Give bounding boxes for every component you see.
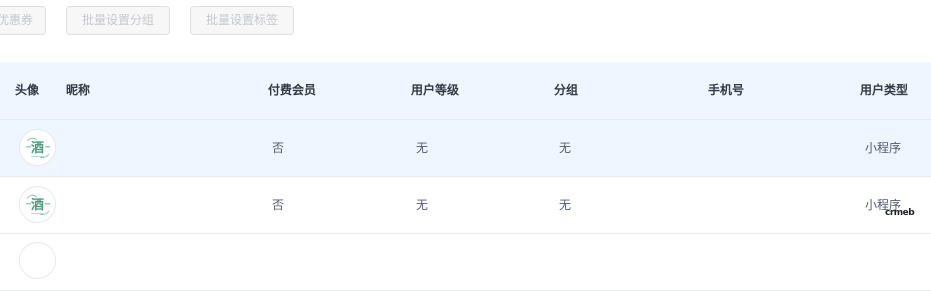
wine-logo-icon: 酒 — [20, 187, 55, 222]
batch-set-group-button[interactable]: 批量设置分组 — [66, 6, 170, 35]
wine-logo-icon: 酒 — [20, 130, 55, 165]
user-table: 头像 昵称 付费会员 用户等级 分组 手机号 用户类型 酒 否 无 无 小程序 — [0, 62, 931, 291]
header-nickname: 昵称 — [66, 83, 91, 97]
wine-logo-icon — [20, 243, 55, 278]
table-row[interactable]: 酒 否 无 无 小程序 — [0, 177, 931, 234]
cell-paid-member: 否 — [272, 141, 285, 155]
table-row[interactable]: 酒 否 无 无 小程序 — [0, 120, 931, 177]
cell-group: 无 — [559, 141, 572, 155]
cell-paid-member: 否 — [272, 198, 285, 212]
coupon-button[interactable]: 优惠券 — [0, 6, 46, 35]
avatar-glyph: 酒 — [31, 198, 44, 213]
cell-user-type: 小程序 — [865, 141, 902, 155]
header-user-type: 用户类型 — [860, 83, 909, 97]
avatar[interactable]: 酒 — [19, 129, 56, 166]
header-user-level: 用户等级 — [411, 83, 460, 97]
table-header: 头像 昵称 付费会员 用户等级 分组 手机号 用户类型 — [0, 62, 931, 120]
avatar-glyph: 酒 — [31, 141, 44, 156]
table-row-partial[interactable] — [0, 234, 931, 291]
header-phone: 手机号 — [708, 83, 745, 97]
cell-user-type: 小程序 — [865, 198, 902, 212]
avatar[interactable]: 酒 — [19, 186, 56, 223]
header-group: 分组 — [554, 83, 579, 97]
batch-set-tag-button[interactable]: 批量设置标签 — [190, 6, 294, 35]
cell-user-level: 无 — [416, 198, 429, 212]
cell-group: 无 — [559, 198, 572, 212]
header-paid-member: 付费会员 — [268, 83, 317, 97]
cell-user-level: 无 — [416, 141, 429, 155]
watermark-logo: crmeb — [885, 208, 915, 218]
header-avatar: 头像 — [15, 83, 40, 97]
